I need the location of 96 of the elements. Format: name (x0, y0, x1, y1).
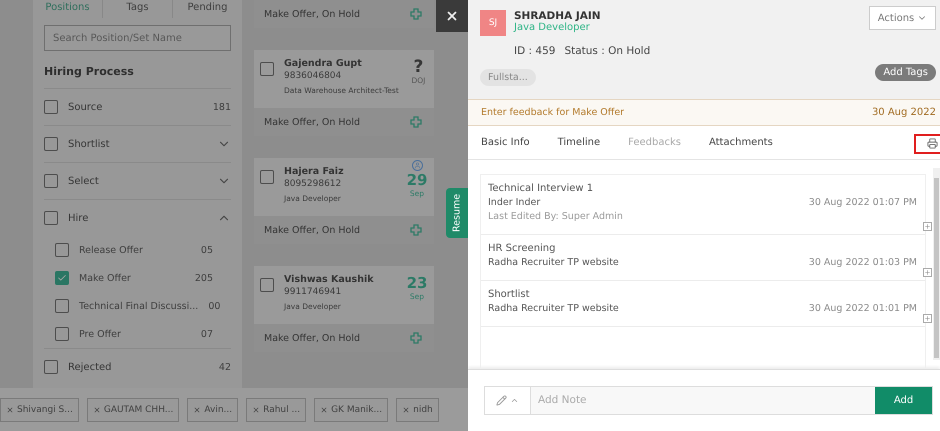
checkbox[interactable] (55, 243, 69, 257)
status-text: Make Offer, On Hold (264, 8, 360, 20)
feedback-bar[interactable]: Enter feedback for Make Offer 30 Aug 2022 (468, 99, 940, 126)
add-tags-button[interactable]: Add Tags (875, 64, 936, 81)
feedback-date: 30 Aug 2022 (872, 107, 936, 118)
tag-pill[interactable]: Fullsta... (480, 69, 536, 86)
stage-label: Make Offer (79, 272, 132, 284)
remove-icon[interactable] (92, 406, 101, 414)
tab[interactable]: Attachments (708, 136, 773, 148)
checkbox[interactable] (260, 62, 274, 76)
candidate-chip[interactable]: Shivangi S... (0, 398, 79, 422)
candidate-chip[interactable]: GK Manik... (314, 398, 388, 422)
feedback-prompt: Enter feedback for Make Offer (481, 107, 624, 118)
printer-icon (927, 138, 938, 150)
remove-icon[interactable] (320, 406, 328, 414)
checkbox[interactable] (44, 360, 58, 374)
stage-label: Select (68, 176, 100, 186)
stage-count: 05 (200, 244, 213, 256)
checkbox[interactable] (44, 211, 58, 225)
stage-label: Hire (68, 212, 90, 224)
close-icon (445, 9, 459, 23)
checkbox[interactable] (55, 299, 69, 313)
expand-button[interactable] (923, 268, 932, 277)
remove-icon[interactable] (6, 406, 14, 414)
feedback-time: 30 Aug 2022 01:03 PM (808, 256, 917, 270)
date-day: ? (413, 58, 424, 76)
feedback-title: Shortlist (488, 288, 531, 300)
checkbox[interactable] (55, 271, 69, 285)
candidate-phone: 9836046804 (284, 71, 342, 81)
feedback-title: Technical Interview 1 (488, 182, 594, 194)
stage-label: Rejected (68, 362, 113, 372)
tab[interactable]: Feedbacks (628, 136, 681, 148)
expand-button[interactable] (923, 222, 932, 231)
feedback-time: 30 Aug 2022 01:01 PM (808, 302, 917, 316)
stage-count: 42 (218, 362, 231, 372)
stage-label: Technical Final Discussi... (79, 300, 198, 312)
sidebar-tab[interactable]: Pending (173, 0, 242, 18)
resume-tab[interactable]: Resume (446, 188, 468, 238)
candidate-name: Gajendra Gupt (284, 58, 363, 69)
feedback-author: Inder Inder (488, 196, 542, 208)
checkbox[interactable] (44, 174, 58, 188)
plus-icon (924, 314, 931, 322)
candidate-name: Vishwas Kaushik (284, 274, 374, 285)
candidate-id: ID : 459 (514, 45, 556, 57)
checkbox[interactable] (260, 170, 274, 184)
status-text: Make Offer, On Hold (264, 332, 360, 344)
tab[interactable]: Timeline (558, 136, 600, 148)
candidate-chip[interactable]: Avin... (187, 398, 238, 422)
edited-by: Last Edited By: Super Admin (488, 210, 623, 222)
candidate-name: Hajera Faiz (284, 166, 344, 177)
stage-label: Shortlist (68, 138, 111, 150)
status-text: Make Offer, On Hold (264, 224, 360, 236)
tab[interactable]: Basic Info (481, 136, 530, 148)
plus-icon (924, 268, 931, 276)
checkbox[interactable] (55, 327, 69, 341)
remove-icon[interactable] (402, 406, 410, 414)
candidate-role: Java Developer (514, 22, 590, 33)
date-day: 29 (406, 171, 428, 189)
candidate-chip[interactable]: nidh (396, 398, 439, 422)
search-field[interactable]: Search Position/Set Name (44, 25, 231, 51)
stage-count: 181 (212, 102, 231, 112)
candidate-card[interactable]: Make Offer, On Hold (254, 0, 434, 28)
section-title: Hiring Process (44, 65, 135, 78)
candidate-chip[interactable]: GAUTAM CHH... (86, 398, 180, 422)
feedback-title: HR Screening (488, 242, 556, 254)
feedback-time: 30 Aug 2022 01:07 PM (808, 196, 917, 210)
remove-icon[interactable] (193, 406, 202, 414)
stage-label: Pre Offer (79, 328, 122, 340)
checkbox[interactable] (44, 100, 58, 114)
close-button[interactable] (436, 0, 468, 32)
date-day: 23 (406, 274, 428, 292)
sidebar-tab[interactable]: Tags (103, 0, 173, 18)
stage-count: 205 (194, 272, 213, 284)
candidate-phone: 8095298612 (284, 179, 342, 189)
candidate-phone: 9911746941 (284, 287, 342, 297)
avatar: SJ (480, 10, 506, 36)
feedback-author: Radha Recruiter TP website (488, 302, 619, 314)
scrollbar[interactable] (933, 168, 940, 360)
status-text: Make Offer, On Hold (264, 116, 360, 128)
expand-button[interactable] (923, 314, 932, 323)
sidebar-tab[interactable]: Positions (33, 0, 103, 18)
print-button[interactable] (914, 134, 940, 154)
stage-count: 00 (208, 300, 220, 312)
candidate-chip[interactable]: Rahul ... (246, 398, 306, 422)
remove-icon[interactable] (252, 406, 260, 414)
candidate-name: SHRADHA JAIN (514, 10, 602, 22)
feedback-author: Radha Recruiter TP website (488, 256, 619, 268)
checkbox[interactable] (44, 137, 58, 151)
plus-icon (924, 222, 931, 230)
stage-label: Source (68, 102, 104, 112)
checkbox[interactable] (260, 278, 274, 292)
stage-label: Release Offer (79, 244, 144, 256)
stage-count: 07 (200, 328, 213, 340)
actions-button[interactable]: Actions (869, 6, 936, 30)
check-icon (57, 273, 67, 283)
candidate-status: Status : On Hold (564, 45, 650, 57)
